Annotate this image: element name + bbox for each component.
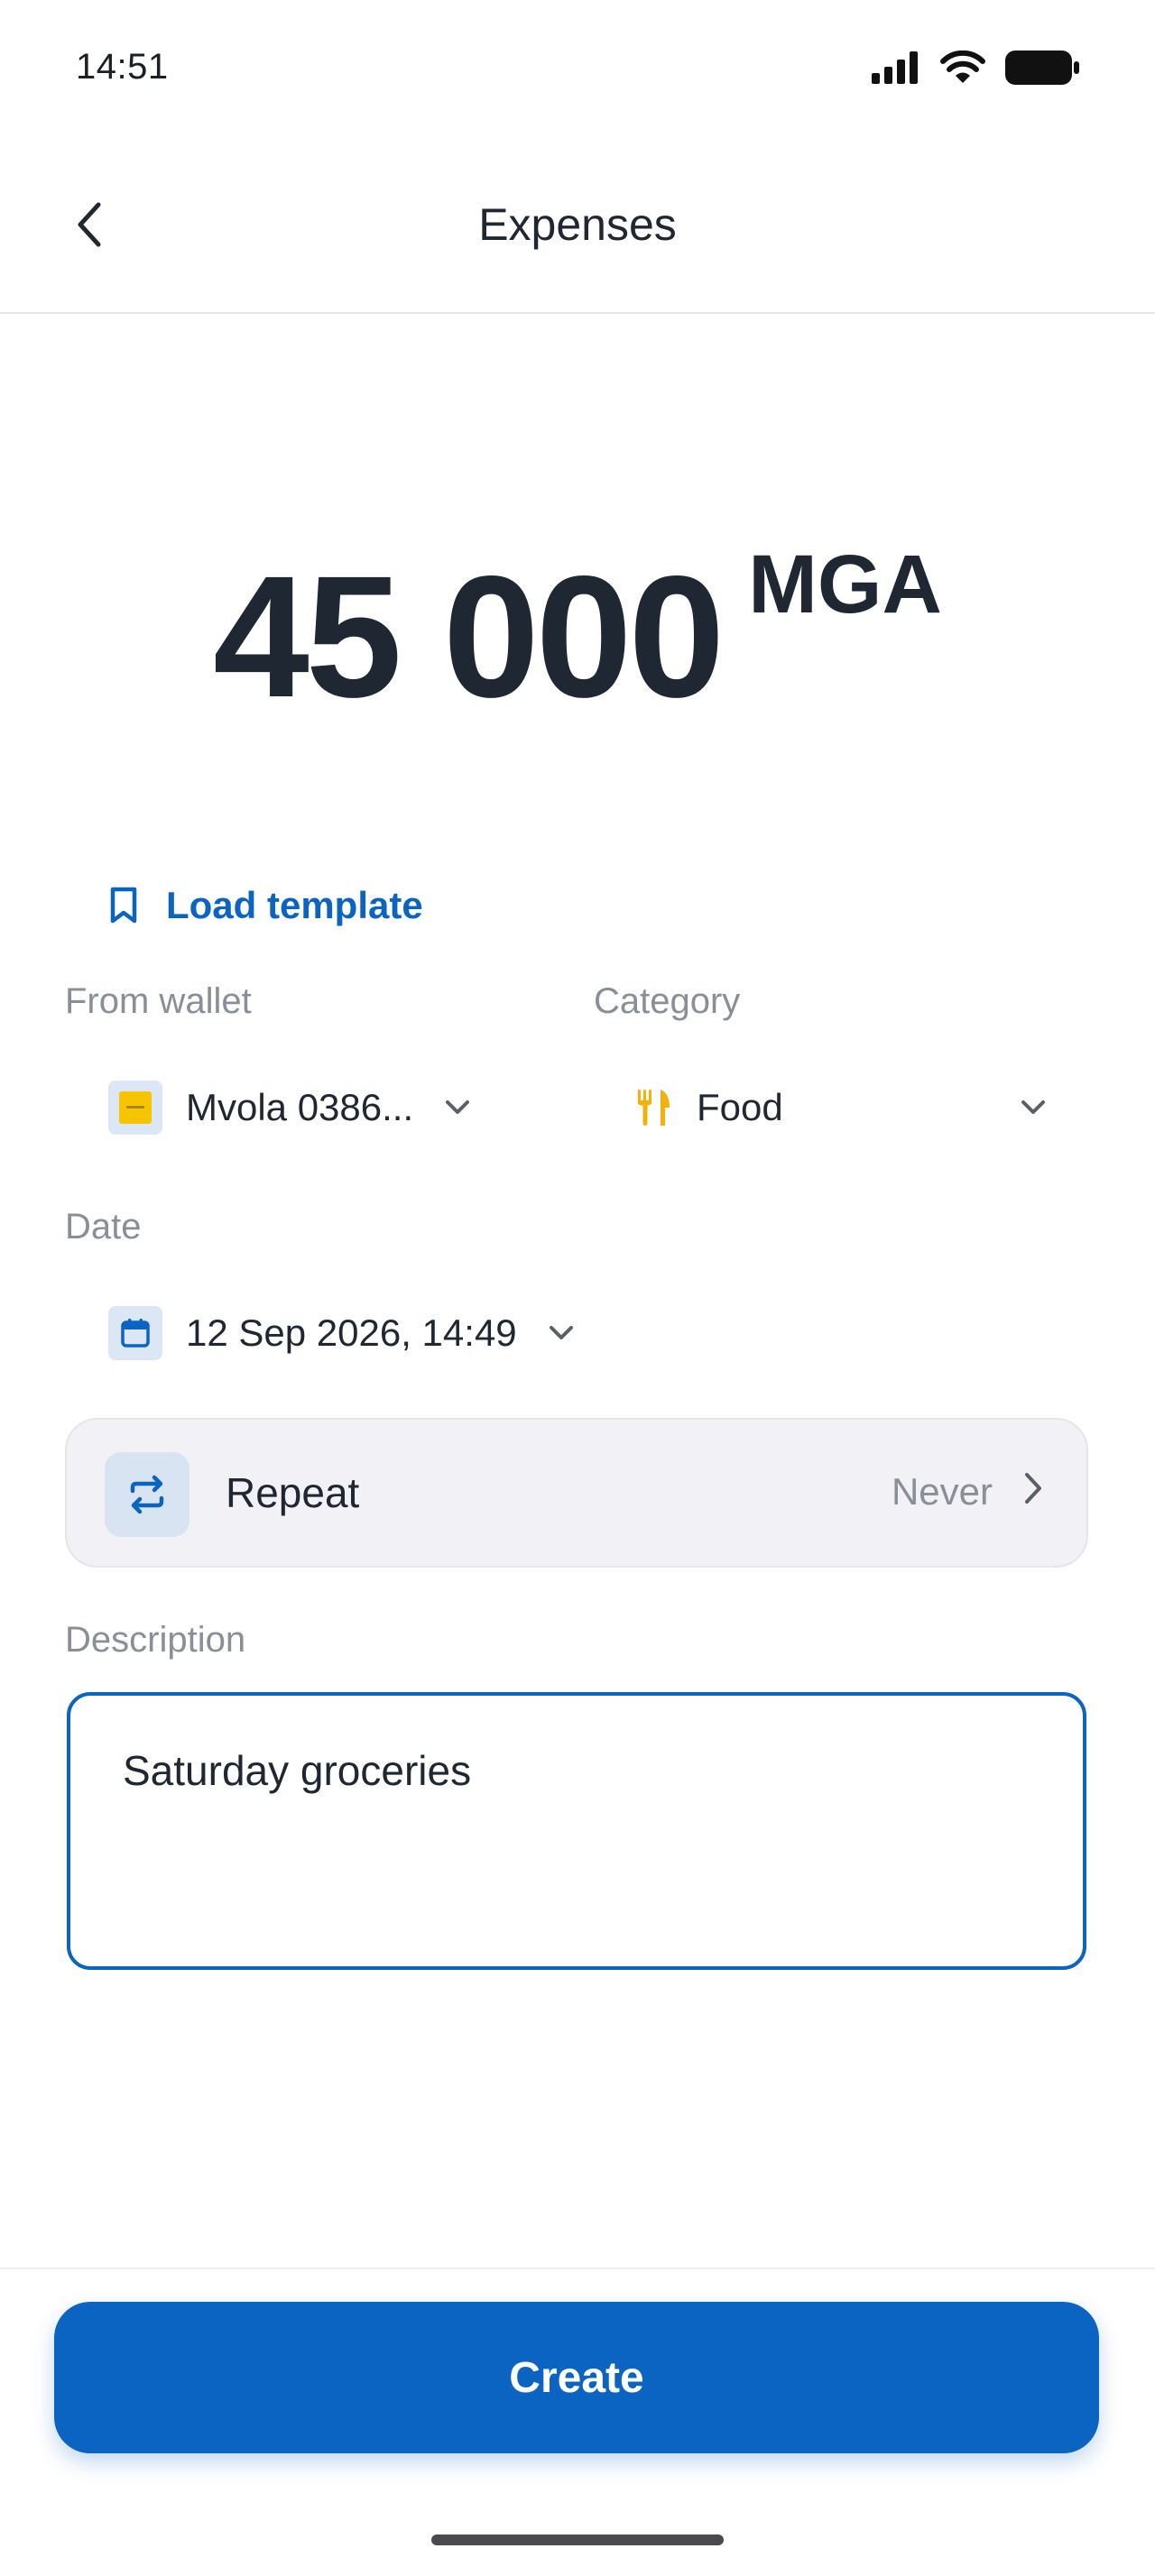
wallet-value: Mvola 0386... <box>186 1086 414 1128</box>
description-input[interactable]: Saturday groceries <box>67 1692 1086 1970</box>
repeat-value: Never <box>891 1470 993 1513</box>
wallet-icon <box>108 1081 162 1135</box>
header: Expenses <box>0 135 1155 314</box>
wallet-selector[interactable]: Mvola 0386... <box>108 1073 471 1142</box>
signal-icon <box>872 51 918 84</box>
chevron-right-icon <box>1021 1470 1045 1511</box>
load-template-button[interactable]: Load template <box>108 884 423 927</box>
status-bar: 14:51 <box>0 0 1155 135</box>
repeat-row[interactable]: Repeat Never <box>65 1418 1088 1568</box>
date-selector[interactable]: 12 Sep 2026, 14:49 <box>108 1299 575 1367</box>
description-label: Description <box>65 1620 246 1660</box>
chevron-down-icon <box>548 1324 575 1342</box>
status-icons <box>872 51 1079 85</box>
bookmark-icon <box>110 887 137 924</box>
bottom-divider <box>0 2268 1155 2269</box>
home-indicator <box>431 2535 724 2545</box>
amount-display[interactable]: 45 000 MGA <box>0 543 1155 723</box>
category-value: Food <box>697 1086 783 1128</box>
calendar-icon <box>108 1306 162 1360</box>
battery-icon <box>1005 51 1079 85</box>
chevron-down-icon <box>444 1099 471 1117</box>
wifi-icon <box>940 51 985 83</box>
repeat-label: Repeat <box>226 1469 360 1516</box>
date-value: 12 Sep 2026, 14:49 <box>186 1311 517 1354</box>
category-selector[interactable]: Food <box>635 1073 1047 1142</box>
create-button[interactable]: Create <box>54 2302 1099 2453</box>
status-time: 14:51 <box>76 47 169 87</box>
wallet-label: From wallet <box>65 981 252 1021</box>
chevron-down-icon <box>1020 1099 1047 1117</box>
repeat-icon <box>105 1452 189 1537</box>
amount-currency: MGA <box>748 538 942 630</box>
category-label: Category <box>594 981 741 1021</box>
description-value: Saturday groceries <box>123 1747 472 1794</box>
fork-knife-icon <box>638 1090 670 1126</box>
expense-form-screen: 14:51 Expenses 45 000 MGA Load template … <box>0 0 1155 2576</box>
page-title: Expenses <box>478 199 677 250</box>
date-label: Date <box>65 1207 142 1247</box>
create-button-label: Create <box>509 2353 644 2402</box>
amount-value: 45 000 <box>213 539 725 733</box>
load-template-label: Load template <box>166 884 423 926</box>
